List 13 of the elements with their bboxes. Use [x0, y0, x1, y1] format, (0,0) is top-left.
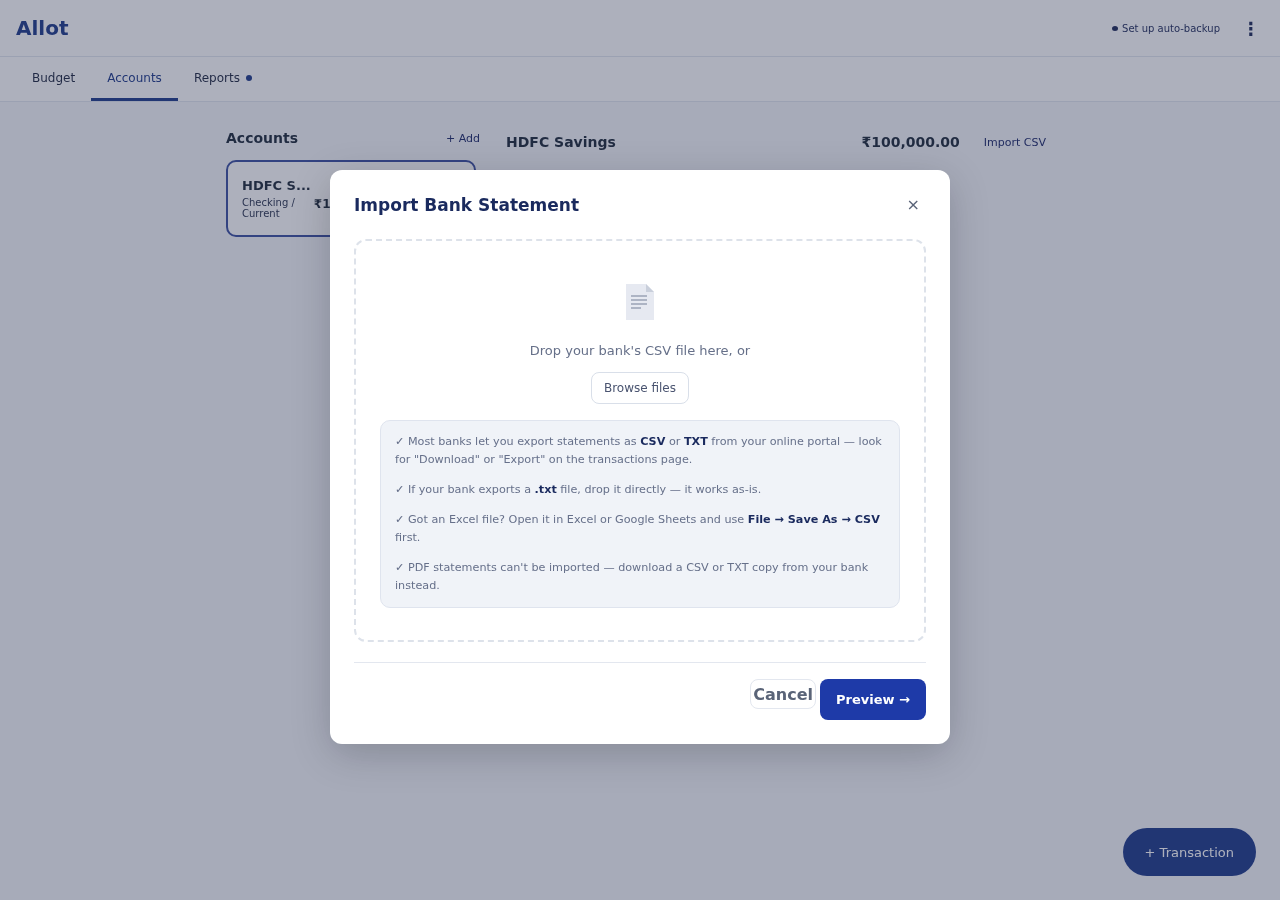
drop-instruction: Drop your bank's CSV file here, or	[529, 343, 751, 358]
account-title: HDFC Savings	[506, 134, 616, 150]
app-logo: Allot	[16, 16, 69, 40]
tip-text: ✓ If your bank exports a .txt file, drop it directly — it works as-is.	[395, 482, 763, 498]
dialog-title: Import Bank Statement	[354, 194, 580, 215]
account-type: Checking / Current	[242, 197, 296, 219]
account-balance: ₹1	[313, 197, 331, 211]
tip-text: ✓ PDF statements can't be imported — download a CSV or TXT copy from your bank instead.	[395, 560, 870, 594]
tip-text: ✓ Got an Excel file? Open it in Excel or Google Sheets and use File → Save As → CSV first.	[395, 512, 881, 546]
account-balance: ₹100,000.00	[861, 134, 960, 150]
section-title: Accounts	[226, 130, 298, 146]
account-name: HDFC S...	[242, 178, 311, 193]
tip-text: ✓ Most banks let you export statements as CSV or TXT from your online portal — look for "Download" or "Export" on the transactions page.	[395, 434, 883, 468]
